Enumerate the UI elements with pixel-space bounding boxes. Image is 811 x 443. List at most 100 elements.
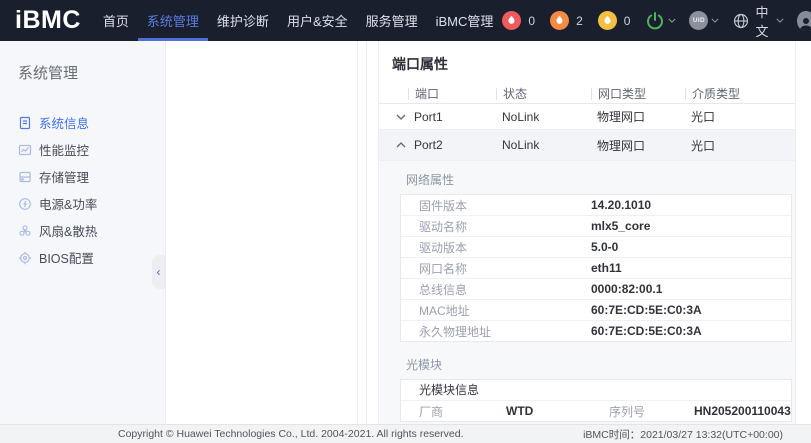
detail-row: 驱动名称 mlx5_core — [401, 216, 791, 237]
panel-divider — [357, 41, 358, 424]
detail-value: eth11 — [591, 261, 791, 275]
detail-value: 5.0-0 — [591, 240, 791, 254]
power-circle-icon — [18, 197, 32, 211]
user-avatar[interactable] — [797, 11, 811, 31]
port-properties-panel: 端口属性 端口 状态 网口类型 介质类型 Port1 NoLink 物理网口 光… — [378, 41, 796, 424]
ibmc-time-value: 2021/03/27 13:32(UTC+00:00) — [640, 429, 783, 441]
detail-row: 驱动版本 5.0-0 — [401, 237, 791, 258]
port-media: 光口 — [685, 108, 795, 125]
chevron-up-icon[interactable] — [396, 142, 408, 148]
detail-label: 永久物理地址 — [419, 323, 591, 340]
detail-value: mlx5_core — [591, 219, 791, 233]
uid-dropdown[interactable]: UID — [689, 11, 719, 30]
fan-icon — [18, 224, 32, 238]
table-row-port1[interactable]: Port1 NoLink 物理网口 光口 — [379, 104, 795, 130]
detail-label: 驱动版本 — [419, 239, 591, 256]
detail-row: 固件版本 14.20.1010 — [401, 195, 791, 216]
top-navbar: iBMC 首页 系统管理 维护诊断 用户&安全 服务管理 iBMC管理 0 2 — [0, 0, 811, 41]
globe-icon — [732, 12, 750, 30]
content-area: 端口属性 端口 状态 网口类型 介质类型 Port1 NoLink 物理网口 光… — [167, 41, 811, 424]
copyright-text: Copyright © Huawei Technologies Co., Ltd… — [118, 428, 464, 440]
port-status: NoLink — [496, 110, 591, 124]
chevron-down-icon — [668, 18, 676, 23]
detail-value: 14.20.1010 — [591, 198, 791, 212]
nav-item-system-management[interactable]: 系统管理 — [138, 0, 208, 41]
panel-title: 端口属性 — [379, 41, 795, 84]
minor-alarm-indicator[interactable]: 0 — [598, 11, 631, 30]
table-row-port2[interactable]: Port2 NoLink 物理网口 光口 — [379, 130, 795, 160]
chevron-down-icon — [776, 18, 784, 23]
line-chart-icon — [18, 143, 32, 157]
chevron-down-icon — [711, 18, 719, 23]
language-selector[interactable]: 中文 — [732, 2, 784, 40]
sidebar-item-label: BIOS配置 — [39, 248, 94, 267]
chevron-down-icon[interactable] — [396, 114, 408, 120]
ibmc-app: iBMC 首页 系统管理 维护诊断 用户&安全 服务管理 iBMC管理 0 2 — [0, 0, 811, 443]
critical-alarm-indicator[interactable]: 0 — [502, 11, 535, 30]
network-properties-table: 固件版本 14.20.1010 驱动名称 mlx5_core 驱动版本 5.0-… — [400, 194, 792, 342]
major-alarm-indicator[interactable]: 2 — [550, 11, 583, 30]
nav-item-maintenance-diagnosis[interactable]: 维护诊断 — [208, 0, 278, 41]
ibmc-logo: iBMC — [0, 0, 94, 41]
ibmc-time: iBMC时间：2021/03/27 13:32(UTC+00:00) — [583, 427, 783, 442]
minor-alarm-count: 0 — [624, 14, 631, 28]
ports-table-header: 端口 状态 网口类型 介质类型 — [379, 84, 795, 104]
ibmc-time-label: iBMC时间： — [583, 429, 640, 441]
sidebar-item-fan-cooling[interactable]: 风扇&散热 — [0, 217, 165, 244]
port-name: Port1 — [408, 110, 496, 124]
sidebar-collapse-handle[interactable]: ‹ — [152, 255, 165, 289]
column-header-media-type: 介质类型 — [685, 88, 795, 100]
detail-label: 固件版本 — [419, 197, 591, 214]
column-header-port-type: 网口类型 — [591, 88, 685, 100]
uid-icon: UID — [689, 11, 708, 30]
detail-label: MAC地址 — [419, 302, 591, 319]
sidebar-item-label: 电源&功率 — [39, 194, 97, 213]
serial-number-label: 序列号 — [609, 403, 694, 420]
port-type: 物理网口 — [591, 108, 685, 125]
detail-label: 驱动名称 — [419, 218, 591, 235]
detail-row: 永久物理地址 60:7E:CD:5E:C0:3A — [401, 321, 791, 341]
optical-module-info-subheader: 光模块信息 — [401, 380, 791, 401]
language-label: 中文 — [755, 2, 773, 40]
sidebar-item-storage-management[interactable]: 存储管理 — [0, 163, 165, 190]
sidebar-item-performance-monitor[interactable]: 性能监控 — [0, 136, 165, 163]
nav-item-service-management[interactable]: 服务管理 — [357, 0, 427, 41]
optical-module-table: 光模块信息 厂商 WTD 序列号 HN205200110043 — [400, 379, 792, 422]
nav-item-home[interactable]: 首页 — [94, 0, 138, 41]
sidebar-item-label: 存储管理 — [39, 167, 89, 186]
sidebar-item-system-info[interactable]: 系统信息 — [0, 109, 165, 136]
optical-module-row: 厂商 WTD 序列号 HN205200110043 — [401, 401, 791, 421]
column-header-status: 状态 — [496, 88, 591, 100]
navbar-right-controls: 0 2 0 — [502, 0, 811, 41]
major-flame-icon — [550, 11, 569, 30]
vendor-label: 厂商 — [419, 403, 506, 420]
port2-expanded-details: 网络属性 固件版本 14.20.1010 驱动名称 mlx5_core 驱动版本… — [379, 160, 795, 424]
sidebar-item-power[interactable]: 电源&功率 — [0, 190, 165, 217]
nav-item-ibmc-management[interactable]: iBMC管理 — [427, 0, 503, 41]
gear-icon — [18, 251, 32, 265]
port-name: Port2 — [408, 138, 496, 152]
vendor-value: WTD — [506, 404, 609, 418]
detail-row: MAC地址 60:7E:CD:5E:C0:3A — [401, 300, 791, 321]
detail-label: 总线信息 — [419, 281, 591, 298]
main-nav: 首页 系统管理 维护诊断 用户&安全 服务管理 iBMC管理 — [94, 0, 503, 41]
optical-module-title: 光模块 — [406, 358, 795, 373]
storage-icon — [18, 170, 32, 184]
power-dropdown[interactable] — [645, 11, 676, 31]
sidebar-item-label: 性能监控 — [39, 140, 89, 159]
sidebar-title: 系统管理 — [0, 41, 165, 83]
detail-value: 60:7E:CD:5E:C0:3A — [591, 303, 791, 317]
critical-flame-icon — [502, 11, 521, 30]
detail-label: 网口名称 — [419, 260, 591, 277]
sidebar-item-bios-config[interactable]: BIOS配置 — [0, 244, 165, 271]
nav-item-user-security[interactable]: 用户&安全 — [278, 0, 357, 41]
port-status: NoLink — [496, 138, 591, 152]
sidebar-item-label: 风扇&散热 — [39, 221, 97, 240]
detail-row: 总线信息 0000:82:00.1 — [401, 279, 791, 300]
serial-number-value: HN205200110043 — [694, 404, 791, 418]
network-properties-title: 网络属性 — [406, 173, 795, 188]
sidebar: 系统管理 系统信息 性能监控 存储管理 — [0, 41, 166, 424]
sidebar-menu: 系统信息 性能监控 存储管理 电源&功率 — [0, 109, 165, 271]
major-alarm-count: 2 — [576, 14, 583, 28]
sidebar-item-label: 系统信息 — [39, 113, 89, 132]
